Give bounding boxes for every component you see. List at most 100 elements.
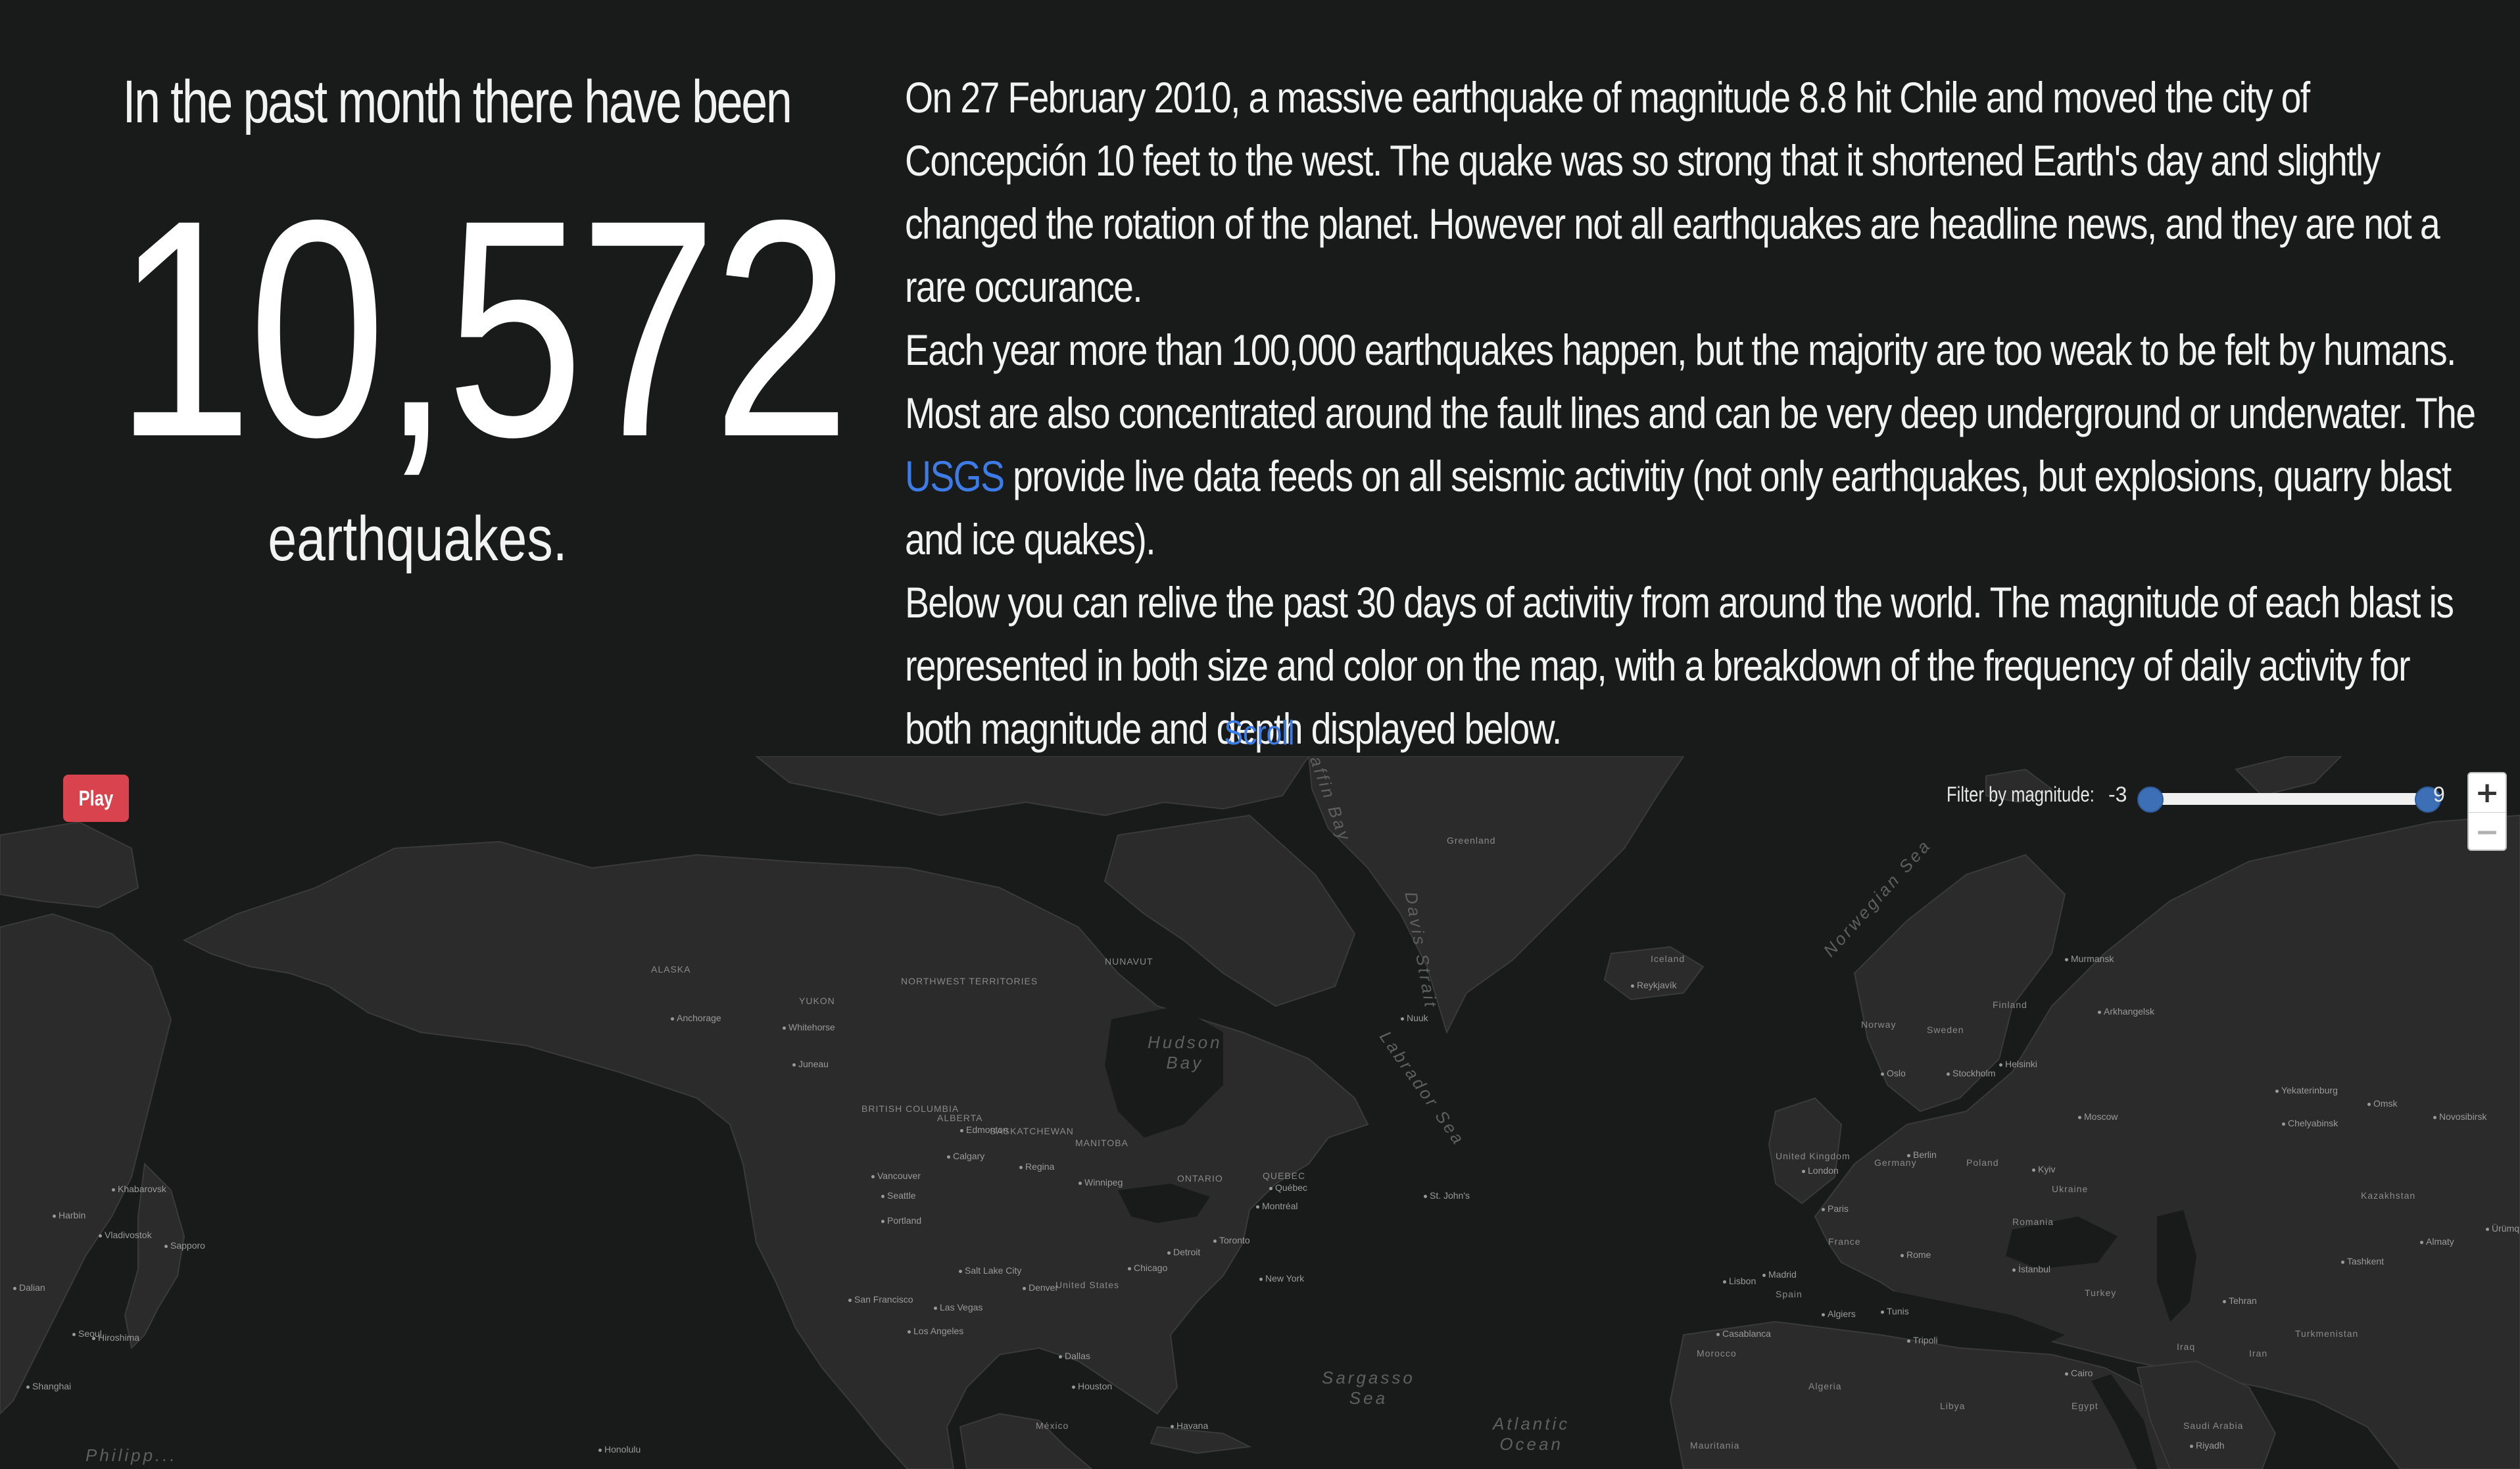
region-label-nunavut: NUNAVUT (1105, 956, 1153, 967)
city-lisbon: Lisbon (1723, 1276, 1756, 1286)
city-shanghai: Shanghai (26, 1381, 71, 1391)
magnitude-filter-label: Filter by magnitude: (1947, 783, 2095, 806)
ocean-label-atlantic-text: Atlantic Ocean (1493, 1414, 1570, 1454)
region-label-manitoba: MANITOBA (1075, 1138, 1128, 1148)
earthquake-count: 10,572 (115, 156, 850, 501)
ocean-label-hudson: Hudson Bay (1148, 1032, 1223, 1073)
city-harbin: Harbin (53, 1210, 85, 1220)
ocean-label-atlantic: Atlantic Ocean (1493, 1414, 1570, 1455)
city-dalian: Dalian (13, 1282, 45, 1293)
city-reykjavik: Reykjavík (1631, 980, 1677, 990)
city-london: London (1802, 1165, 1839, 1176)
article-paragraph-usgs: Each year more than 100,000 earthquakes … (905, 318, 2483, 571)
city-novosibirsk: Novosibirsk (2433, 1111, 2486, 1122)
region-label-iraq: Iraq (2177, 1341, 2196, 1352)
city-portland: Portland (881, 1215, 921, 1226)
earthquake-count-panel: In the past month there have been 10,572… (39, 59, 850, 579)
city-stockholm: Stockholm (1947, 1068, 1995, 1078)
city-lasvegas: Las Vegas (934, 1302, 982, 1312)
city-chelyabinsk: Chelyabinsk (2282, 1118, 2338, 1128)
region-label-ontario: ONTARIO (1177, 1173, 1223, 1184)
region-label-uk: United Kingdom (1776, 1151, 1851, 1161)
region-label-finland: Finland (1993, 999, 2027, 1010)
article-usgs-text-before: Each year more than 100,000 earthquakes … (905, 325, 2476, 437)
region-label-yukon: YUKON (799, 996, 835, 1006)
region-label-france: France (1828, 1236, 1861, 1247)
city-istanbul: İstanbul (2012, 1264, 2050, 1274)
city-tunis: Tunis (1881, 1306, 1909, 1316)
city-winnipeg: Winnipeg (1078, 1177, 1123, 1188)
magnitude-filter-min: -3 (2108, 783, 2127, 806)
play-button-label: Play (78, 786, 114, 810)
region-label-mexico: México (1036, 1420, 1069, 1431)
zoom-out-button[interactable]: − (2469, 812, 2506, 850)
region-label-alberta: ALBERTA (937, 1113, 983, 1123)
city-seattle: Seattle (881, 1190, 916, 1201)
baffin-island (1103, 814, 1356, 1007)
city-berlin: Berlin (1907, 1149, 1937, 1160)
city-calgary: Calgary (947, 1151, 984, 1161)
city-newyork: New York (1259, 1273, 1304, 1284)
city-vladivostok: Vladivostok (99, 1230, 152, 1240)
region-label-turkey: Turkey (2085, 1288, 2117, 1298)
region-label-kazakhstan: Kazakhstan (2361, 1190, 2416, 1201)
magnitude-slider-track[interactable] (2144, 793, 2420, 805)
city-la: Los Angeles (908, 1326, 963, 1336)
cuba (1150, 1426, 1252, 1455)
zoom-control: + − (2467, 772, 2507, 851)
city-hiroshima: Hiroshima (92, 1332, 139, 1343)
region-label-saudi: Saudi Arabia (2183, 1420, 2244, 1431)
city-riyadh: Riyadh (2190, 1440, 2225, 1451)
magnitude-slider-min-handle[interactable] (2137, 786, 2164, 813)
city-tashkent: Tashkent (2341, 1256, 2384, 1266)
earthquake-map[interactable]: Atlantic Ocean Sargasso Sea Hudson Bay L… (0, 756, 2520, 1469)
city-regina: Regina (1019, 1161, 1054, 1172)
region-label-algeria: Algeria (1808, 1381, 1842, 1391)
region-label-nwt: NORTHWEST TERRITORIES (901, 976, 1038, 986)
city-honolulu: Honolulu (598, 1444, 641, 1455)
region-label-turkmenistan: Turkmenistan (2295, 1328, 2359, 1339)
city-urumqi: Ürümqi (2486, 1223, 2520, 1234)
city-murmansk: Murmansk (2065, 953, 2114, 964)
basemap (0, 756, 2520, 1469)
ocean-label-sargasso: Sargasso Sea (1322, 1368, 1415, 1409)
count-outro-text: earthquakes. (268, 504, 568, 574)
city-vancouver: Vancouver (871, 1170, 921, 1181)
article-usgs-text-after: provide live data feeds on all seismic a… (905, 452, 2452, 564)
region-label-egypt: Egypt (2072, 1401, 2098, 1411)
city-omsk: Omsk (2367, 1098, 2398, 1109)
count-intro-text: In the past month there have been (122, 68, 792, 135)
city-toronto: Toronto (1213, 1235, 1250, 1245)
magnitude-filter-max: 9 (2433, 783, 2445, 806)
city-khabarovsk: Khabarovsk (112, 1184, 166, 1194)
city-montreal: Montréal (1256, 1201, 1297, 1211)
city-moscow: Moscow (2078, 1111, 2118, 1122)
city-algiers: Algiers (1822, 1309, 1856, 1319)
region-label-mauritania: Mauritania (1690, 1440, 1740, 1451)
central-america (959, 1412, 1093, 1469)
city-slc: Salt Lake City (959, 1265, 1021, 1276)
city-madrid: Madrid (1762, 1269, 1797, 1280)
city-denver: Denver (1023, 1282, 1058, 1293)
city-tripoli: Tripoli (1907, 1335, 1938, 1345)
region-label-greenland: Greenland (1447, 835, 1496, 846)
region-label-romania: Romania (2012, 1216, 2054, 1227)
city-juneau: Juneau (792, 1059, 829, 1069)
city-quebec: Québec (1269, 1182, 1307, 1193)
city-sapporo: Sapporo (164, 1240, 205, 1251)
magnitude-filter: Filter by magnitude: -3 9 (1947, 776, 2459, 815)
zoom-in-button[interactable]: + (2469, 773, 2506, 812)
city-cairo: Cairo (2065, 1368, 2093, 1378)
play-button[interactable]: Play (63, 775, 129, 822)
region-label-sweden: Sweden (1927, 1024, 1964, 1035)
usgs-link[interactable]: USGS (905, 452, 1005, 500)
ocean-label-hudson-text: Hudson Bay (1148, 1032, 1223, 1072)
article-body: On 27 February 2010, a massive earthquak… (905, 66, 2483, 760)
region-label-libya: Libya (1940, 1401, 1966, 1411)
city-rome: Rome (1901, 1249, 1931, 1260)
city-dallas: Dallas (1059, 1351, 1090, 1361)
article-paragraph-relive: Below you can relive the past 30 days of… (905, 578, 2454, 753)
article-paragraph-chile: On 27 February 2010, a massive earthquak… (905, 73, 2440, 311)
city-detroit: Detroit (1167, 1247, 1200, 1257)
region-label-spain: Spain (1776, 1289, 1803, 1299)
